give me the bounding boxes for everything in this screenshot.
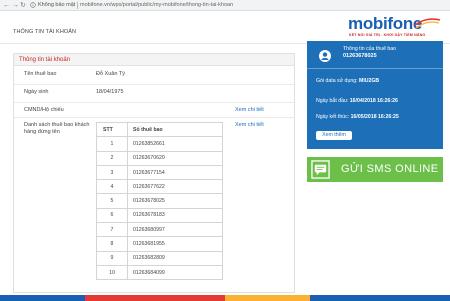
subscriber-card: Thông tin của thuê bao 01263678025 Gói d… <box>307 41 443 149</box>
start-date-label: Ngày bắt đầu: <box>316 98 349 104</box>
row-index: 10 <box>96 264 128 281</box>
logo-swoosh-icon <box>413 18 441 29</box>
table-body: 1 01263852661 2 01263670620 3 01263677154 4 012… <box>96 136 223 281</box>
account-info-panel: Thông tin tài khoản Tên thuê bao Đỗ Xuân… <box>13 53 295 293</box>
row-phone-number: 01263684099 <box>127 264 223 281</box>
table-row: 8 01263681955 <box>96 236 223 252</box>
url-text[interactable]: mobifone.vn/wps/portal/public/my-mobifon… <box>80 1 233 10</box>
user-avatar-icon <box>319 50 331 62</box>
reload-icon[interactable]: ↻ <box>20 1 26 10</box>
back-arrow-icon[interactable]: ← <box>3 1 10 10</box>
table-row: 6 01263678183 <box>96 207 223 224</box>
browser-address-bar: ← → ↻ Không bảo mật mobifone.vn/wps/port… <box>0 0 450 11</box>
forward-arrow-icon[interactable]: → <box>12 1 19 10</box>
id-card-row: CMND/Hộ chiếu Xem chi tiết <box>14 103 294 118</box>
row-phone-number: 01263678025 <box>127 193 223 209</box>
row-index: 6 <box>96 207 128 224</box>
subscriber-name-value: Đỗ Xuân Tý <box>96 71 125 77</box>
data-plan-value: MIU2GB <box>359 78 380 84</box>
table-row: 10 01263684099 <box>96 264 223 281</box>
dob-value: 18/04/1975 <box>96 89 124 95</box>
id-card-detail-link[interactable]: Xem chi tiết <box>235 107 264 113</box>
data-plan-label: Gói data sử dụng: <box>316 78 358 84</box>
row-phone-number: 01263670620 <box>127 150 223 166</box>
table-row: 1 01263852661 <box>96 136 223 152</box>
table-header-row: STT Số thuê bao <box>96 121 223 138</box>
subscriber-name-label: Tên thuê bao <box>24 71 57 77</box>
end-date-value: 16/05/2018 16:26:25 <box>350 114 399 120</box>
row-phone-number: 01263681955 <box>127 236 223 252</box>
security-status[interactable]: Không bảo mật <box>38 1 75 10</box>
table-row: 5 01263678025 <box>96 193 223 209</box>
footer-stripe <box>310 295 450 301</box>
site-header: THÔNG TIN TÀI KHOẢN mobifone KẾT NỐI GIÁ… <box>0 11 450 43</box>
dob-row: Ngày sinh 18/04/1975 <box>14 85 294 103</box>
sms-message-icon <box>311 160 330 179</box>
url-separator <box>77 2 78 9</box>
dob-label: Ngày sinh <box>24 89 49 95</box>
row-phone-number: 01263678183 <box>127 207 223 224</box>
row-index: 9 <box>96 250 128 266</box>
subscriber-number: 01263678025 <box>343 53 377 59</box>
panel-title: Thông tin tài khoản <box>14 54 294 66</box>
footer-stripe <box>85 295 225 301</box>
page-title: THÔNG TIN TÀI KHOẢN <box>13 29 77 35</box>
send-sms-online-button[interactable]: GỬI SMS ONLINE <box>307 157 443 182</box>
info-icon[interactable] <box>30 2 36 8</box>
logo-tagline: KẾT NỐI GIÁ TRỊ - KHƠI DẬY TIỀM NĂNG <box>349 33 426 37</box>
view-more-button[interactable]: Xem thêm <box>316 131 352 140</box>
row-phone-number: 01263680997 <box>127 222 223 238</box>
mobifone-logo[interactable]: mobifone KẾT NỐI GIÁ TRỊ - KHƠI DẬY TIỀM… <box>348 14 443 40</box>
subscriber-name-row: Tên thuê bao Đỗ Xuân Tý <box>14 67 294 85</box>
row-phone-number: 01263677154 <box>127 164 223 181</box>
footer-color-strip <box>0 295 450 301</box>
row-phone-number: 01263852661 <box>127 136 223 152</box>
table-row: 7 01263680997 <box>96 222 223 238</box>
table-row: 2 01263670620 <box>96 150 223 166</box>
data-plan-line: Gói data sử dụng: MIU2GB <box>316 78 379 84</box>
start-date-value: 16/04/2018 16:26:26 <box>349 98 398 104</box>
column-header-stt: STT <box>96 121 128 138</box>
footer-stripe <box>225 295 310 301</box>
row-index: 7 <box>96 222 128 238</box>
row-index: 2 <box>96 150 128 166</box>
subscriber-numbers-table: STT Số thuê bao 1 01263852661 2 01263670620… <box>96 121 223 281</box>
footer-stripe <box>0 295 85 301</box>
card-divider <box>307 68 443 69</box>
id-card-label: CMND/Hộ chiếu <box>24 107 64 113</box>
table-row: 3 01263677154 <box>96 164 223 181</box>
start-date-line: Ngày bắt đầu: 16/04/2018 16:26:26 <box>316 98 398 104</box>
subscriber-info-label: Thông tin của thuê bao <box>343 46 397 52</box>
row-index: 1 <box>96 136 128 152</box>
row-phone-number: 01263682809 <box>127 250 223 266</box>
row-index: 5 <box>96 193 128 209</box>
send-sms-label: GỬI SMS ONLINE <box>341 163 439 175</box>
table-row: 4 01263677622 <box>96 179 223 195</box>
end-date-line: Ngày kết thúc: 16/05/2018 16:26:25 <box>316 114 399 120</box>
logo-wordmark: mobifone <box>348 14 423 33</box>
row-phone-number: 01263677622 <box>127 179 223 195</box>
table-row: 9 01263682809 <box>96 250 223 266</box>
subscriber-list-label: Danh sách thuê bao khách hàng đứng tên <box>24 122 90 135</box>
row-index: 3 <box>96 164 128 181</box>
row-index: 4 <box>96 179 128 195</box>
column-header-number: Số thuê bao <box>127 121 223 138</box>
row-index: 8 <box>96 236 128 252</box>
end-date-label: Ngày kết thúc: <box>316 114 350 120</box>
subscriber-list-detail-link[interactable]: Xem chi tiết <box>235 122 264 128</box>
